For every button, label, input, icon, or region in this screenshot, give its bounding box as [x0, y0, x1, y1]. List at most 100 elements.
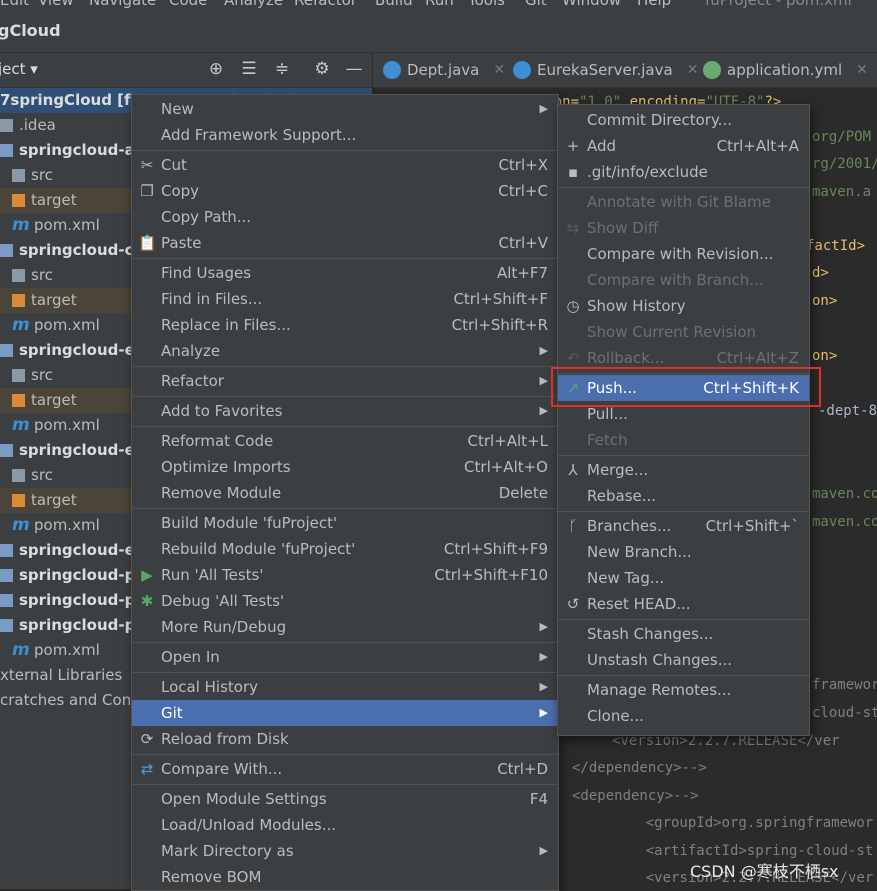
menubar-item[interactable]: Run: [425, 0, 454, 8]
menu-item-optimize-imports[interactable]: Optimize Imports Ctrl+Alt+O: [132, 454, 558, 480]
menu-item-rebase[interactable]: Rebase...: [558, 483, 809, 509]
menu-item-unstash-changes[interactable]: Unstash Changes...: [558, 647, 809, 673]
tree-label: cratches and Cons: [0, 691, 140, 709]
menu-item-stash-changes[interactable]: Stash Changes...: [558, 621, 809, 647]
menu-item-compare-with[interactable]: ⇄ Compare With... Ctrl+D: [132, 756, 558, 782]
folder-icon: [12, 369, 25, 382]
menu-item-show-history[interactable]: ◷ Show History: [558, 293, 809, 319]
menu-item-label: Reformat Code: [161, 432, 274, 450]
module-folder-icon: [0, 569, 13, 582]
menu-item-mark-directory-as[interactable]: Mark Directory as ▶: [132, 838, 558, 864]
menu-item-new[interactable]: New ▶: [132, 96, 558, 122]
menubar-item[interactable]: Code: [169, 0, 207, 8]
menu-separator: [132, 642, 558, 643]
code-line: </dependency>-->: [572, 760, 707, 776]
menu-item-add-framework-support[interactable]: Add Framework Support...: [132, 122, 558, 148]
maven-icon: m: [12, 315, 30, 335]
folder-icon: [12, 469, 25, 482]
menu-item-add-to-favorites[interactable]: Add to Favorites ▶: [132, 398, 558, 424]
menu-item-more-run-debug[interactable]: More Run/Debug ▶: [132, 614, 558, 640]
menu-item-open-in[interactable]: Open In ▶: [132, 644, 558, 670]
tree-label: pom.xml: [34, 641, 100, 659]
menu-separator: [132, 508, 558, 509]
code-line: maven.a: [812, 184, 871, 200]
menubar-item[interactable]: Git: [525, 0, 547, 8]
menu-item-find-in-files[interactable]: Find in Files... Ctrl+Shift+F: [132, 286, 558, 312]
code-token: cloud-st: [812, 705, 877, 721]
menu-item-reset-head[interactable]: ↺ Reset HEAD...: [558, 591, 809, 617]
menubar-item[interactable]: Window: [562, 0, 621, 8]
menu-item-run-all-tests[interactable]: ▶ Run 'All Tests' Ctrl+Shift+F10: [132, 562, 558, 588]
menubar-item[interactable]: Build: [375, 0, 413, 8]
menubar-item[interactable]: Navigate: [89, 0, 156, 8]
editor-tab[interactable]: application.yml ✕: [703, 53, 868, 87]
menu-item-merge[interactable]: ⅄ Merge...: [558, 457, 809, 483]
menu-item-branches[interactable]: ᚴ Branches... Ctrl+Shift+`: [558, 513, 809, 539]
menu-item-new-tag[interactable]: New Tag...: [558, 565, 809, 591]
menu-item-copy-path[interactable]: Copy Path...: [132, 204, 558, 230]
menu-item-commit-directory[interactable]: Commit Directory...: [558, 107, 809, 133]
menu-item-label: Commit Directory...: [587, 111, 732, 129]
menu-item-label: Annotate with Git Blame: [587, 193, 771, 211]
locate-icon[interactable]: ⊕: [206, 59, 226, 79]
close-icon[interactable]: ✕: [856, 62, 868, 78]
project-toolbar: ject ▾ ⊕ ☰ ≑ ⚙ —: [0, 53, 372, 88]
menu-item-debug-all-tests[interactable]: ✱ Debug 'All Tests': [132, 588, 558, 614]
editor-tab[interactable]: Dept.java ✕: [383, 53, 505, 87]
code-token: -dept-8: [818, 403, 877, 419]
menu-item-add[interactable]: + Add Ctrl+Alt+A: [558, 133, 809, 159]
submenu-arrow-icon: ▶: [539, 706, 548, 719]
menu-separator: [132, 672, 558, 673]
menu-item-reload-from-disk[interactable]: ⟳ Reload from Disk: [132, 726, 558, 752]
menu-item-open-module-settings[interactable]: Open Module Settings F4: [132, 786, 558, 812]
tab-label: Dept.java: [407, 61, 480, 79]
code-line: -dept-8: [818, 403, 877, 419]
menu-item-remove-bom[interactable]: Remove BOM: [132, 864, 558, 890]
menu-item-refactor[interactable]: Refactor ▶: [132, 368, 558, 394]
menu-separator: [132, 150, 558, 151]
menu-item-remove-module[interactable]: Remove Module Delete: [132, 480, 558, 506]
menu-item-label: Reload from Disk: [161, 730, 289, 748]
project-view-selector[interactable]: ject ▾: [0, 60, 38, 78]
menu-item-copy[interactable]: ❐ Copy Ctrl+C: [132, 178, 558, 204]
menu-item-label: Git: [161, 704, 183, 722]
menu-item-manage-remotes[interactable]: Manage Remotes...: [558, 677, 809, 703]
menu-item-label: Rebase...: [587, 487, 657, 505]
maven-icon: m: [12, 415, 30, 435]
menu-item-rebuild-module-fuproject[interactable]: Rebuild Module 'fuProject' Ctrl+Shift+F9: [132, 536, 558, 562]
menu-separator: [558, 619, 809, 620]
menu-item-load-unload-modules[interactable]: Load/Unload Modules...: [132, 812, 558, 838]
tree-label: src: [31, 466, 53, 484]
menubar-item[interactable]: Analyze: [224, 0, 283, 8]
code-line: on>: [812, 293, 837, 309]
menu-item-cut[interactable]: ✂ Cut Ctrl+X: [132, 152, 558, 178]
menu-item-new-branch[interactable]: New Branch...: [558, 539, 809, 565]
menu-item-label: Merge...: [587, 461, 649, 479]
menu-item-label: Unstash Changes...: [587, 651, 733, 669]
menubar-item[interactable]: Edit: [0, 0, 29, 8]
menubar-item[interactable]: Refactor: [294, 0, 357, 8]
menu-item-label: Find in Files...: [161, 290, 263, 308]
menu-item-build-module-fuproject[interactable]: Build Module 'fuProject': [132, 510, 558, 536]
menubar-item[interactable]: View: [38, 0, 74, 8]
gear-icon[interactable]: ⚙: [312, 59, 332, 79]
close-icon[interactable]: ✕: [687, 62, 699, 78]
editor-tab[interactable]: EurekaServer.java ✕: [513, 53, 698, 87]
menu-item-reformat-code[interactable]: Reformat Code Ctrl+Alt+L: [132, 428, 558, 454]
menu-item-find-usages[interactable]: Find Usages Alt+F7: [132, 260, 558, 286]
tree-label: pom.xml: [34, 516, 100, 534]
menu-item-replace-in-files[interactable]: Replace in Files... Ctrl+Shift+R: [132, 312, 558, 338]
menu-item-analyze[interactable]: Analyze ▶: [132, 338, 558, 364]
menubar-item[interactable]: Tools: [468, 0, 505, 8]
close-icon[interactable]: ✕: [493, 62, 505, 78]
menu-item-paste[interactable]: 📋 Paste Ctrl+V: [132, 230, 558, 256]
menu-item-compare-with-revision[interactable]: Compare with Revision...: [558, 241, 809, 267]
menu-item-clone[interactable]: Clone...: [558, 703, 809, 729]
menu-item-git-info-exclude[interactable]: ▪ .git/info/exclude: [558, 159, 809, 185]
collapse-all-icon[interactable]: ≑: [272, 59, 292, 79]
expand-all-icon[interactable]: ☰: [239, 59, 259, 79]
menu-item-git[interactable]: Git ▶: [132, 700, 558, 726]
hide-icon[interactable]: —: [344, 59, 364, 79]
menubar-item[interactable]: Help: [637, 0, 671, 8]
menu-item-local-history[interactable]: Local History ▶: [132, 674, 558, 700]
